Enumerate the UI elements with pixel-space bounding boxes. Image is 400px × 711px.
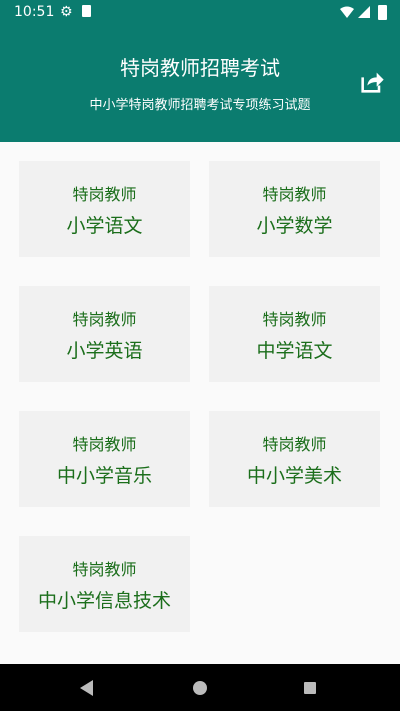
subject-card-music[interactable]: 特岗教师 中小学音乐 [19,411,190,507]
card-subject: 小学语文 [66,215,143,237]
card-subject: 中小学信息技术 [37,590,171,612]
home-icon[interactable] [193,681,207,695]
card-label: 特岗教师 [72,185,137,204]
card-subject: 小学英语 [66,340,143,362]
page-subtitle: 中小学特岗教师招聘考试专项练习试题 [89,98,311,113]
signal-icon [358,6,370,18]
card-label: 特岗教师 [262,185,327,204]
card-label: 特岗教师 [262,435,327,454]
subject-card-primary-chinese[interactable]: 特岗教师 小学语文 [19,161,190,257]
recents-icon[interactable] [304,682,316,694]
battery-icon [378,5,387,20]
wifi-icon [340,6,354,18]
share-icon[interactable] [358,68,386,96]
card-label: 特岗教师 [262,310,327,329]
card-label: 特岗教师 [72,310,137,329]
app-header: 特岗教师招聘考试 中小学特岗教师招聘考试专项练习试题 [0,24,400,142]
status-time: 10:51 [14,4,55,20]
subject-card-it[interactable]: 特岗教师 中小学信息技术 [19,536,190,632]
back-icon[interactable] [80,680,93,696]
card-subject: 中学语文 [256,340,333,362]
card-subject: 中小学音乐 [56,465,152,487]
subject-card-primary-math[interactable]: 特岗教师 小学数学 [209,161,380,257]
card-label: 特岗教师 [72,560,137,579]
subject-card-primary-english[interactable]: 特岗教师 小学英语 [19,286,190,382]
system-nav-bar [0,664,400,711]
card-subject: 中小学美术 [246,465,342,487]
sd-card-icon [82,5,91,17]
subject-card-art[interactable]: 特岗教师 中小学美术 [209,411,380,507]
gear-icon: ⚙ [60,4,73,20]
subject-card-middle-chinese[interactable]: 特岗教师 中学语文 [209,286,380,382]
card-label: 特岗教师 [72,435,137,454]
card-subject: 小学数学 [256,215,333,237]
status-bar: 10:51 ⚙ [0,0,400,24]
page-title: 特岗教师招聘考试 [120,56,280,80]
